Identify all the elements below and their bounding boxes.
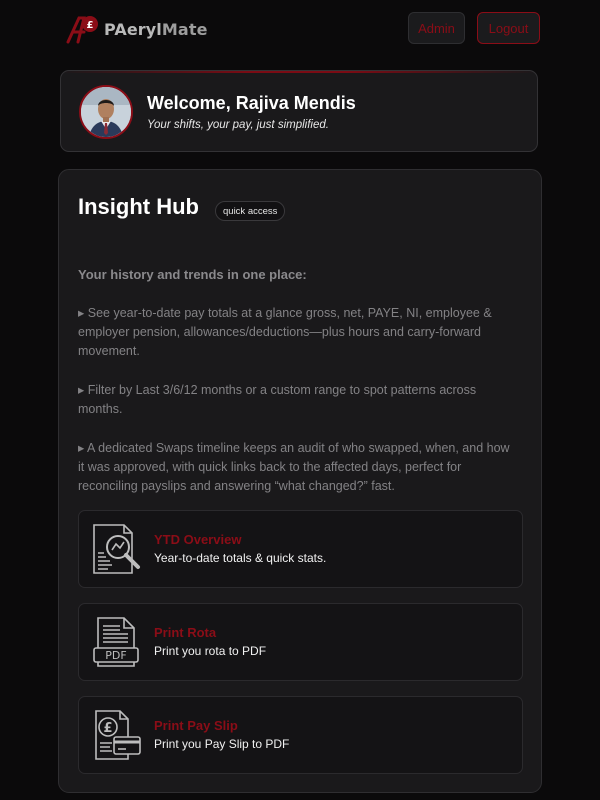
logo-mark-icon: £	[64, 12, 106, 46]
svg-text:PDF: PDF	[105, 649, 126, 662]
print-rota-description: Print you rota to PDF	[154, 644, 267, 658]
print-payslip-title: Print Pay Slip	[154, 718, 238, 733]
welcome-subtitle: Your shifts, your pay, just simplified.	[147, 119, 329, 131]
print-payslip-description: Print you Pay Slip to PDF	[154, 737, 290, 751]
app-logo[interactable]: £ PAerylMate	[64, 12, 208, 46]
welcome-title: Welcome, Rajiva Mendis	[147, 93, 356, 113]
ytd-overview-title: YTD Overview	[154, 532, 242, 547]
ytd-overview-tile[interactable]: YTD Overview Year-to-date totals & quick…	[78, 510, 523, 588]
insight-paragraph-ytd: ▸ See year-to-date pay totals at a glanc…	[78, 306, 492, 358]
insight-hub-card: Insight Hub quick access Your history an…	[58, 169, 542, 793]
print-payslip-tile[interactable]: £ Print Pay Slip Print you Pay Slip to P…	[78, 696, 523, 774]
welcome-card: Welcome, Rajiva Mendis Your shifts, your…	[60, 70, 538, 152]
insight-paragraph-swaps: ▸ A dedicated Swaps timeline keeps an au…	[78, 441, 510, 493]
avatar	[79, 85, 133, 139]
svg-text:£: £	[87, 20, 94, 31]
print-rota-tile[interactable]: PDF Print Rota Print you rota to PDF	[78, 603, 523, 681]
insight-paragraph-filter: ▸ Filter by Last 3/6/12 months or a cust…	[78, 383, 477, 416]
admin-button[interactable]: Admin	[408, 12, 465, 44]
card-accent-line	[61, 71, 537, 73]
ytd-overview-description: Year-to-date totals & quick stats.	[154, 551, 327, 565]
quick-access-badge: quick access	[215, 201, 286, 221]
top-bar: £ PAerylMate Admin Logout	[0, 0, 600, 58]
payslip-pound-card-icon: £	[90, 707, 146, 763]
insight-lead: Your history and trends in one place:	[78, 267, 307, 282]
svg-text:£: £	[103, 721, 112, 736]
insight-hub-title: Insight Hub	[78, 194, 199, 219]
logout-button[interactable]: Logout	[477, 12, 540, 44]
logo-text: PAerylMate	[104, 19, 208, 39]
print-rota-title: Print Rota	[154, 625, 217, 640]
pdf-document-icon: PDF	[90, 614, 146, 670]
report-magnifier-icon	[90, 521, 146, 577]
